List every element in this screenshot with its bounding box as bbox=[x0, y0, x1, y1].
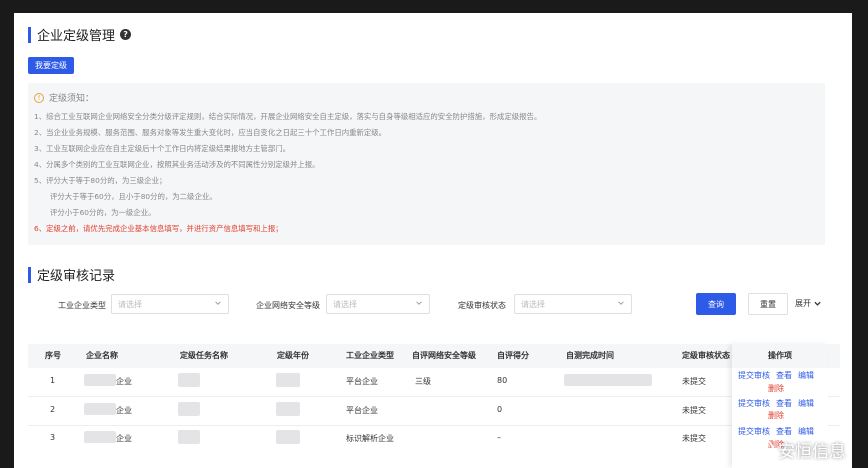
th-status: 定级审核状态 bbox=[682, 351, 730, 360]
th-level: 自评网络安全等级 bbox=[412, 351, 476, 360]
notice-line-5: 5、评分大于等于80分的，为三级企业； bbox=[34, 176, 167, 185]
expand-toggle[interactable]: 展开 bbox=[795, 298, 822, 309]
title-accent-bar bbox=[28, 26, 31, 43]
th-year: 定级年份 bbox=[277, 351, 309, 360]
row1-name-suffix: 企业 bbox=[116, 377, 132, 386]
notice-panel: ! 定级须知： 1、综合工业互联网企业网络安全分类分级评定规则，结合实际情况，开… bbox=[28, 83, 825, 245]
warning-icon: ! bbox=[34, 92, 44, 103]
main-page: 企业定级管理 ? 我要定级 ! 定级须知： 1、综合工业互联网企业网络安全分类分… bbox=[14, 13, 852, 468]
redacted-company-name bbox=[84, 374, 116, 386]
row3-score: – bbox=[497, 433, 501, 442]
status-filter-label: 定级审核状态 bbox=[458, 301, 506, 310]
row2-status: 未提交 bbox=[682, 406, 706, 415]
row2-type: 平台企业 bbox=[346, 406, 378, 415]
row-divider bbox=[28, 396, 840, 397]
redacted-time bbox=[564, 374, 652, 386]
watermark: 安恒信息 bbox=[752, 437, 846, 462]
records-title: 定级审核记录 bbox=[28, 265, 115, 284]
row1-score: 80 bbox=[497, 376, 508, 385]
row2-submit-link[interactable]: 提交审核 bbox=[738, 398, 770, 409]
row3-type: 标识解析企业 bbox=[346, 434, 394, 443]
th-time: 自测完成时间 bbox=[566, 351, 614, 360]
type-select[interactable]: 请选择 bbox=[111, 294, 229, 314]
redacted-year bbox=[276, 430, 300, 444]
row2-edit-link[interactable]: 编辑 bbox=[798, 398, 814, 409]
row1-submit-link[interactable]: 提交审核 bbox=[738, 370, 770, 381]
type-select-placeholder: 请选择 bbox=[118, 299, 142, 309]
redacted-year bbox=[276, 402, 300, 416]
notice-line-3: 3、工业互联网企业应在自主定级后十个工作日内将定级结果报地方主管部门。 bbox=[34, 144, 290, 153]
th-type: 工业企业类型 bbox=[346, 351, 394, 360]
th-company: 企业名称 bbox=[86, 351, 118, 360]
chevron-down-icon bbox=[215, 301, 221, 305]
notice-title: ! 定级须知： bbox=[34, 91, 94, 104]
row3-name-suffix: 企业 bbox=[116, 434, 132, 443]
type-filter-label: 工业企业类型 bbox=[58, 301, 106, 310]
row3-submit-link[interactable]: 提交审核 bbox=[738, 426, 770, 437]
redacted-company-name bbox=[84, 403, 116, 415]
status-select[interactable]: 请选择 bbox=[514, 294, 632, 314]
records-title-text: 定级审核记录 bbox=[37, 269, 116, 284]
row1-type: 平台企业 bbox=[346, 377, 378, 386]
notice-title-text: 定级须知： bbox=[49, 94, 95, 104]
redacted-task-name bbox=[178, 373, 200, 387]
row1-status: 未提交 bbox=[682, 377, 706, 386]
notice-line-2: 2、当企业业务规模、服务范围、服务对象等发生重大变化时，应当自变化之日起三十个工… bbox=[34, 128, 387, 137]
grade-button[interactable]: 我要定级 bbox=[28, 57, 74, 74]
th-index: 序号 bbox=[45, 351, 61, 360]
level-filter-label: 企业网络安全等级 bbox=[256, 301, 320, 310]
row3-edit-link[interactable]: 编辑 bbox=[798, 426, 814, 437]
row1-view-link[interactable]: 查看 bbox=[776, 370, 792, 381]
th-operations: 操作项 bbox=[732, 344, 828, 368]
records-accent-bar bbox=[28, 266, 31, 283]
watermark-logo-icon bbox=[752, 438, 774, 461]
level-select-placeholder: 请选择 bbox=[333, 299, 357, 309]
notice-line-6: 6、定级之前，请优先完成企业基本信息填写，并进行资产信息填写和上报； bbox=[34, 224, 283, 233]
row1-edit-link[interactable]: 编辑 bbox=[798, 370, 814, 381]
redacted-task-name bbox=[178, 402, 200, 416]
chevron-down-icon bbox=[814, 301, 821, 306]
row2-view-link[interactable]: 查看 bbox=[776, 398, 792, 409]
notice-line-5b: 评分小于60分的，为一级企业。 bbox=[50, 208, 156, 217]
row1-delete-link[interactable]: 删除 bbox=[768, 383, 784, 394]
redacted-task-name bbox=[178, 430, 200, 444]
chevron-down-icon bbox=[618, 301, 624, 305]
level-select[interactable]: 请选择 bbox=[326, 294, 430, 314]
help-icon[interactable]: ? bbox=[120, 29, 132, 40]
row3-view-link[interactable]: 查看 bbox=[776, 426, 792, 437]
page-title: 企业定级管理 ? bbox=[28, 25, 132, 44]
row1-level: 三级 bbox=[415, 377, 431, 386]
watermark-text: 安恒信息 bbox=[778, 442, 846, 462]
row1-index: 1 bbox=[50, 376, 56, 385]
row3-status: 未提交 bbox=[682, 434, 706, 443]
row2-index: 2 bbox=[50, 405, 56, 414]
row2-delete-link[interactable]: 删除 bbox=[768, 410, 784, 421]
notice-line-1: 1、综合工业互联网企业网络安全分类分级评定规则，结合实际情况，开展企业网络安全自… bbox=[34, 112, 542, 121]
query-button[interactable]: 查询 bbox=[696, 293, 736, 315]
notice-line-5a: 评分大于等于60分，且小于80分的，为二级企业。 bbox=[50, 192, 217, 201]
redacted-year bbox=[276, 373, 300, 387]
chevron-down-icon bbox=[416, 301, 422, 305]
th-score: 自评得分 bbox=[497, 351, 529, 360]
row3-index: 3 bbox=[50, 433, 56, 442]
reset-button[interactable]: 重置 bbox=[748, 293, 788, 315]
notice-line-4: 4、分属多个类别的工业互联网企业，按照其业务活动涉及的不同属性分别定级并上报。 bbox=[34, 160, 320, 169]
page-title-text: 企业定级管理 bbox=[37, 29, 116, 44]
row2-name-suffix: 企业 bbox=[116, 406, 132, 415]
expand-label: 展开 bbox=[795, 299, 811, 308]
row-divider bbox=[28, 425, 840, 426]
status-select-placeholder: 请选择 bbox=[521, 299, 545, 309]
redacted-company-name bbox=[84, 431, 116, 443]
th-task: 定级任务名称 bbox=[180, 351, 228, 360]
row2-score: 0 bbox=[497, 405, 503, 414]
